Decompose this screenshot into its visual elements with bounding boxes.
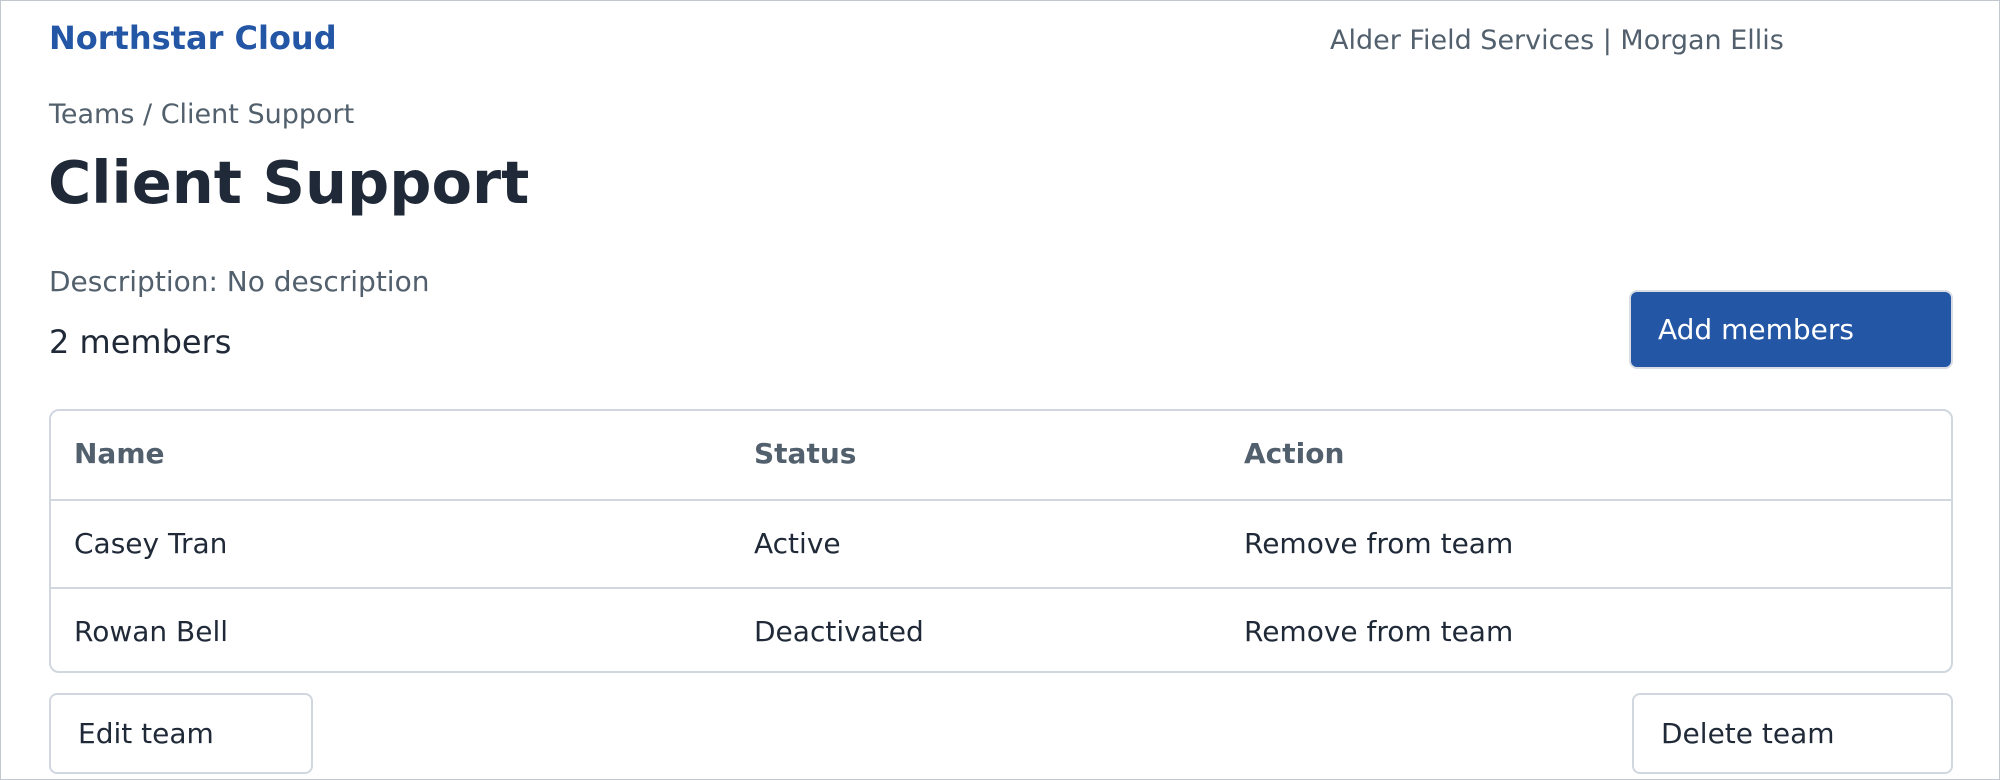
- member-name: Casey Tran: [74, 527, 228, 560]
- column-header-status: Status: [754, 437, 857, 470]
- member-name: Rowan Bell: [74, 615, 229, 648]
- table-row: Casey Tran Active Remove from team: [51, 499, 1951, 587]
- edit-team-button[interactable]: Edit team: [49, 693, 313, 774]
- table-header-row: Name Status Action: [51, 411, 1951, 499]
- brand-logo[interactable]: Northstar Cloud: [49, 19, 337, 57]
- add-members-button[interactable]: Add members: [1629, 290, 1953, 369]
- page-title: Client Support: [48, 148, 530, 217]
- delete-team-button[interactable]: Delete team: [1632, 693, 1953, 774]
- member-status: Active: [754, 527, 841, 560]
- remove-from-team-link[interactable]: Remove from team: [1244, 501, 1513, 587]
- table-row: Rowan Bell Deactivated Remove from team: [51, 587, 1951, 671]
- column-header-action: Action: [1244, 437, 1345, 470]
- member-status: Deactivated: [754, 615, 924, 648]
- member-count: 2 members: [49, 323, 232, 361]
- breadcrumb: Teams / Client Support: [49, 99, 355, 130]
- members-table: Name Status Action Casey Tran Active Rem…: [49, 409, 1953, 673]
- page-frame: Northstar Cloud Alder Field Services | M…: [0, 0, 2000, 780]
- remove-from-team-link[interactable]: Remove from team: [1244, 589, 1513, 671]
- account-info: Alder Field Services | Morgan Ellis: [1330, 25, 1784, 56]
- team-description: Description: No description: [49, 265, 430, 298]
- column-header-name: Name: [74, 437, 165, 470]
